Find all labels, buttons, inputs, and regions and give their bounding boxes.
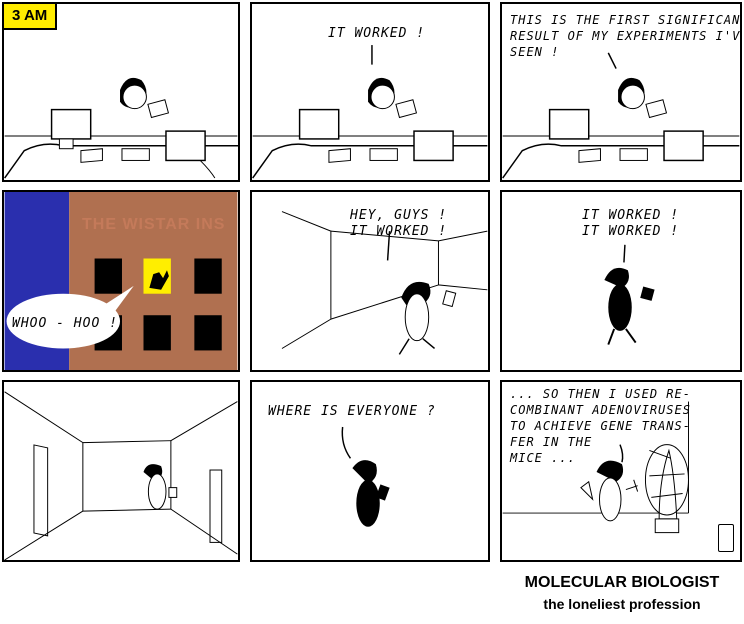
speech-text: WHERE IS EVERYONE ? [268,404,436,419]
artist-signature [718,524,734,552]
caption-subtitle: the loneliest profession [543,596,701,612]
caption-title: MOLECULAR BIOLOGIST [524,574,720,591]
speech-text: IT WORKED ! [328,26,426,41]
panel-1: 3 AM [2,2,240,182]
speech-text: HEY, GUYS ! IT WORKED ! [350,208,448,239]
panel-8: WHERE IS EVERYONE ? [250,380,490,562]
panel-9: ... SO THEN I USED RE- COMBINANT ADENOVI… [500,380,742,562]
time-tag: 3 AM [4,4,58,30]
panel-6: IT WORKED ! IT WORKED ! [500,190,742,372]
building-sign: THE WISTAR INS [82,216,226,233]
speech-text: THIS IS THE FIRST SIGNIFICANT RESULT OF … [510,13,742,59]
panel-5: HEY, GUYS ! IT WORKED ! [250,190,490,372]
lab-desk-scene [4,77,238,179]
panel-7 [2,380,240,562]
empty-corridor-scene [4,391,238,560]
speech-text: WHOO - HOO ! [12,316,118,331]
speech-text: ... SO THEN I USED RE- COMBINANT ADENOVI… [510,387,691,465]
panel-3: THIS IS THE FIRST SIGNIFICANT RESULT OF … [500,2,742,182]
panel-4: THE WISTAR INS WHOO - HOO ! [2,190,240,372]
speech-text: IT WORKED ! IT WORKED ! [582,208,680,239]
panel-2: IT WORKED ! [250,2,490,182]
